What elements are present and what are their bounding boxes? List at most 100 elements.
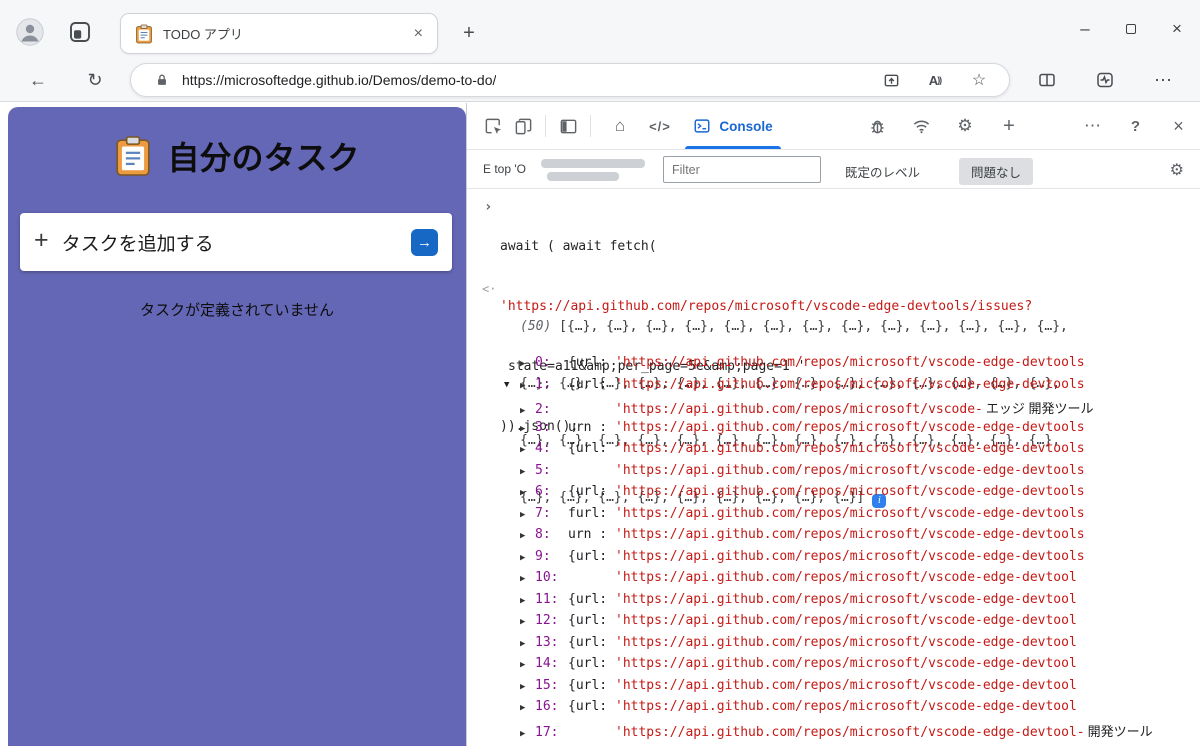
row-key: {url:: [568, 441, 608, 456]
row-index: 0:: [535, 355, 551, 370]
console-array-row[interactable]: ▶ 3: urn : 'https://api.github.com/repos…: [520, 420, 1153, 442]
console-context-selector[interactable]: E top 'O: [483, 162, 526, 176]
tab-elements[interactable]: </>: [639, 103, 681, 149]
tab-welcome[interactable]: ⌂: [601, 103, 639, 149]
expand-triangle-icon[interactable]: ▶: [520, 488, 535, 498]
tab-close-icon[interactable]: ×: [414, 25, 423, 43]
favorites-star-icon[interactable]: ☆: [969, 70, 989, 90]
inspect-element-icon[interactable]: [481, 114, 505, 138]
address-bar[interactable]: https://microsoftedge.github.io/Demos/de…: [130, 63, 1010, 97]
close-window-button[interactable]: ×: [1154, 0, 1200, 58]
console-array-row[interactable]: ▶ 6: {url: 'https://api.github.com/repos…: [520, 484, 1153, 506]
device-emulation-icon[interactable]: [511, 114, 535, 138]
console-array-row[interactable]: ▶ 7: furl: 'https://api.github.com/repos…: [520, 506, 1153, 528]
log-levels-dropdown[interactable]: 既定のレベル: [845, 162, 920, 181]
workspaces-icon[interactable]: [68, 20, 92, 44]
url-text[interactable]: https://microsoftedge.github.io/Demos/de…: [182, 72, 496, 88]
back-button[interactable]: ←: [25, 67, 51, 93]
row-key: {url:: [568, 355, 608, 370]
tab-console-label: Console: [719, 118, 773, 134]
console-array-row[interactable]: ▶ 1: {url: 'https://api.github.com/repos…: [520, 377, 1153, 399]
todo-header: 自分のタスク: [8, 133, 466, 179]
expand-triangle-icon[interactable]: ▶: [520, 596, 535, 606]
new-tab-button[interactable]: +: [456, 20, 482, 46]
console-settings-gear-icon[interactable]: ⚙: [1170, 160, 1184, 180]
row-url-string: 'https://api.github.com/repos/microsoft/…: [615, 656, 1077, 671]
console-array-row[interactable]: ▶ 10: 'https://api.github.com/repos/micr…: [520, 570, 1153, 592]
read-aloud-icon[interactable]: A)): [925, 70, 945, 90]
console-array-row[interactable]: ▶ 16: {url: 'https://api.github.com/repo…: [520, 699, 1153, 721]
plus-icon: +: [34, 226, 49, 254]
network-conditions-icon[interactable]: [899, 117, 943, 136]
issues-status-button[interactable]: 問題なし: [959, 158, 1034, 185]
row-url-string: 'https://api.github.com/repos/microsoft/…: [615, 613, 1077, 628]
expand-triangle-icon[interactable]: ▶: [520, 660, 535, 670]
help-icon[interactable]: ?: [1114, 118, 1157, 135]
dock-side-icon[interactable]: [556, 114, 580, 138]
console-array-row[interactable]: ▶ 11: {url: 'https://api.github.com/repo…: [520, 592, 1153, 614]
expand-triangle-icon[interactable]: ▶: [520, 639, 535, 649]
row-key: {url:: [568, 677, 608, 693]
browser-tab[interactable]: TODO アプリ ×: [120, 13, 438, 54]
expand-triangle-icon[interactable]: ▶: [520, 703, 535, 713]
row-index: 16:: [535, 699, 559, 714]
expand-triangle-icon[interactable]: ▶: [520, 510, 535, 520]
expand-triangle-icon[interactable]: ▶: [520, 553, 535, 563]
expand-triangle-icon[interactable]: ▶: [520, 445, 535, 455]
toolbar-divider: [545, 115, 546, 137]
expand-triangle-icon[interactable]: ▶: [520, 617, 535, 627]
row-index: 5:: [535, 462, 551, 478]
row-index: 17:: [535, 724, 559, 740]
console-array-row[interactable]: ▶ 4: {url: 'https://api.github.com/repos…: [520, 441, 1153, 463]
install-app-icon[interactable]: [881, 70, 901, 90]
close-devtools-icon[interactable]: ×: [1157, 116, 1200, 137]
browser-window: TODO アプリ × + – × ← ↻ https://microsofted…: [0, 0, 1200, 746]
console-array-row[interactable]: ▶ 13: {url: 'https://api.github.com/repo…: [520, 635, 1153, 657]
collapse-triangle-icon[interactable]: ▼: [504, 376, 509, 395]
console-array-row[interactable]: ▶ 9: {url: 'https://api.github.com/repos…: [520, 549, 1153, 571]
expand-triangle-icon[interactable]: ▶: [520, 424, 535, 434]
toolbar-right: ⋯: [1018, 58, 1192, 102]
expand-triangle-icon[interactable]: ▶: [520, 359, 535, 369]
add-task-submit-button[interactable]: →: [411, 228, 438, 256]
expand-triangle-icon[interactable]: ▶: [520, 729, 535, 739]
tab-bar: TODO アプリ × + – ×: [0, 0, 1200, 58]
expand-triangle-icon[interactable]: ▶: [520, 531, 535, 541]
console-array-row[interactable]: ▶ 5: 'https://api.github.com/repos/micro…: [520, 463, 1153, 485]
add-task-input[interactable]: + タスクを追加する →: [20, 213, 452, 271]
row-index: 4:: [535, 441, 551, 456]
expand-triangle-icon[interactable]: ▶: [520, 467, 535, 477]
console-array-row[interactable]: ▶ 2: 'https://api.github.com/repos/micro…: [520, 398, 1153, 420]
toolbar-divider: [590, 115, 591, 137]
row-index: 10:: [535, 570, 559, 585]
devtools-toolbar: ⌂ </> Console ⚙ + ⋯ ? ×: [467, 103, 1200, 150]
more-tools-plus-icon[interactable]: +: [987, 115, 1031, 138]
console-array-row[interactable]: ▶ 12: {url: 'https://api.github.com/repo…: [520, 613, 1153, 635]
lock-icon[interactable]: [155, 73, 169, 87]
preview-line: [{…}, {…}, {…}, {…}, {…}, {…}, {…}, {…},…: [559, 319, 1068, 334]
devtools-settings-gear-icon[interactable]: ⚙: [943, 116, 987, 136]
devtools-more-menu-icon[interactable]: ⋯: [1071, 116, 1114, 136]
refresh-button[interactable]: ↻: [82, 67, 108, 93]
browser-essentials-icon[interactable]: [1076, 71, 1134, 89]
console-array-row[interactable]: ▶ 14: {url: 'https://api.github.com/repo…: [520, 656, 1153, 678]
console-array-row[interactable]: ▶ 17: 'https://api.github.com/repos/micr…: [520, 721, 1153, 743]
expand-triangle-icon[interactable]: ▶: [520, 682, 535, 692]
row-key: urn :: [568, 419, 608, 435]
expand-triangle-icon[interactable]: ▶: [520, 574, 535, 584]
console-array-row[interactable]: ▶ 0: {url: 'https://api.github.com/repos…: [520, 355, 1153, 377]
split-screen-icon[interactable]: [1018, 71, 1076, 89]
bug-icon[interactable]: [855, 117, 899, 136]
expand-triangle-icon[interactable]: ▶: [520, 406, 535, 416]
settings-menu-icon[interactable]: ⋯: [1134, 70, 1192, 91]
profile-avatar[interactable]: [16, 18, 44, 46]
minimize-button[interactable]: –: [1062, 0, 1108, 58]
row-url-string: 'https://api.github.com/repos/microsoft/…: [615, 505, 1085, 521]
expand-triangle-icon[interactable]: ▶: [520, 381, 535, 391]
tab-console[interactable]: Console: [681, 103, 785, 149]
row-url-string: 'https://api.github.com/repos/microsoft/…: [615, 402, 983, 417]
console-array-row[interactable]: ▶ 15: {url: 'https://api.github.com/repo…: [520, 678, 1153, 700]
console-array-row[interactable]: ▶ 8: urn : 'https://api.github.com/repos…: [520, 527, 1153, 549]
maximize-button[interactable]: [1108, 0, 1154, 58]
console-filter-input[interactable]: [663, 156, 821, 183]
